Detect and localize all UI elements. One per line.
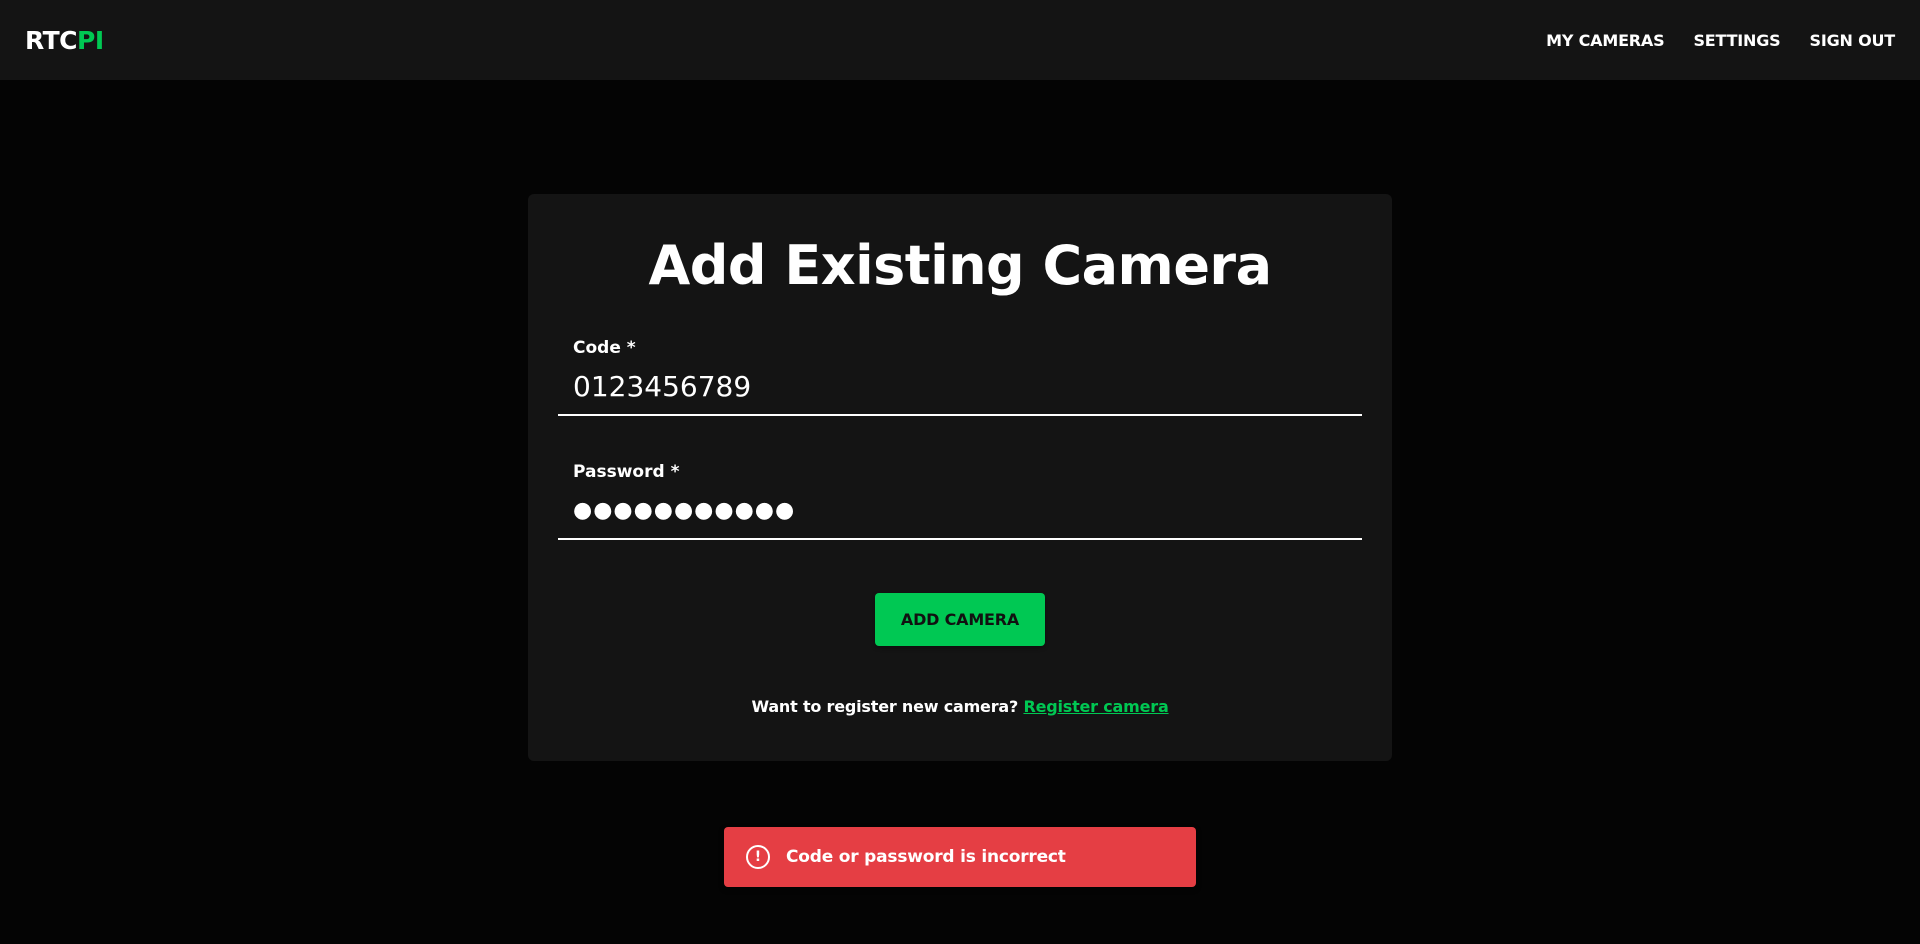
error-message: Code or password is incorrect xyxy=(786,847,1066,867)
alert-circle-icon: ! xyxy=(746,845,770,869)
nav-sign-out[interactable]: SIGN OUT xyxy=(1810,31,1896,50)
top-navigation-bar: RTC PI MY CAMERAS SETTINGS SIGN OUT xyxy=(0,0,1920,80)
code-label: Code * xyxy=(573,338,636,358)
error-toast: ! Code or password is incorrect xyxy=(724,827,1196,887)
code-input[interactable] xyxy=(573,366,1343,406)
logo-text-pi: PI xyxy=(77,25,104,55)
register-camera-link[interactable]: Register camera xyxy=(1023,697,1168,716)
nav-settings[interactable]: SETTINGS xyxy=(1693,31,1780,50)
page-title: Add Existing Camera xyxy=(648,234,1272,297)
password-label: Password * xyxy=(573,462,680,482)
register-prompt-text: Want to register new camera? xyxy=(751,697,1024,716)
password-field: Password * xyxy=(558,450,1362,540)
code-field: Code * xyxy=(558,326,1362,416)
logo-text-rtc: RTC xyxy=(25,25,78,55)
add-camera-button[interactable]: ADD CAMERA xyxy=(875,593,1045,646)
register-prompt: Want to register new camera? Register ca… xyxy=(0,697,1920,716)
main-nav: MY CAMERAS SETTINGS SIGN OUT xyxy=(1546,31,1895,50)
nav-my-cameras[interactable]: MY CAMERAS xyxy=(1546,31,1664,50)
app-logo[interactable]: RTC PI xyxy=(25,26,104,55)
password-input[interactable] xyxy=(573,490,1343,530)
